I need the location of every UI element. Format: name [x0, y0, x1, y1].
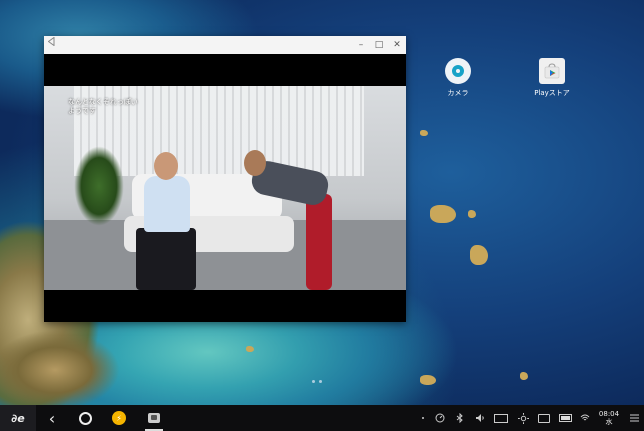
wallpaper-island: [420, 375, 436, 385]
video-person-standing-legs: [306, 194, 332, 290]
clock-day: 水: [605, 418, 613, 426]
caption-line: なんとなくそれっぽい: [68, 98, 138, 106]
notifications-menu-icon[interactable]: [624, 414, 644, 422]
nav-back-button[interactable]: ‹: [44, 405, 60, 431]
caption-line: ようです: [68, 107, 96, 115]
clock[interactable]: 08:04 水: [594, 410, 624, 426]
wifi-icon[interactable]: [576, 414, 594, 422]
video-person-seated-legs: [136, 228, 196, 290]
wallpaper-island: [420, 130, 428, 136]
video-app-icon: [148, 413, 160, 423]
page-dot: [312, 380, 315, 383]
video-plant: [74, 146, 124, 226]
minimize-button[interactable]: –: [352, 36, 370, 54]
video-window[interactable]: – □ ✕ なんとなくそれっぽい ようです: [44, 36, 406, 322]
volume-icon[interactable]: [470, 413, 490, 423]
video-person-seated-head: [154, 152, 178, 180]
desktop-app-camera[interactable]: カメラ: [428, 58, 488, 98]
clock-time: 08:04: [598, 410, 620, 418]
wallpaper-land-south: [0, 330, 120, 405]
wallpaper-island: [470, 245, 488, 265]
video-person-standing-head: [244, 150, 266, 176]
app-label: Playストア: [534, 89, 570, 97]
video-person-seated: [144, 176, 190, 232]
play-store-icon: [539, 58, 565, 84]
wallpaper-island: [430, 205, 456, 223]
close-button[interactable]: ✕: [388, 36, 406, 54]
taskbar-app-pinned[interactable]: ⚡: [110, 405, 128, 431]
network-speed-icon[interactable]: [490, 413, 512, 423]
taskbar: ∂e ‹ ⚡ 08:04 水: [0, 405, 644, 431]
video-frame[interactable]: なんとなくそれっぽい ようです: [44, 86, 406, 290]
page-dot: [319, 380, 322, 383]
desktop-wallpaper: カメラ Playストア – □ ✕ なんとなくそれっぽい ようです: [0, 0, 644, 405]
window-titlebar[interactable]: – □ ✕: [44, 36, 406, 54]
wallpaper-island: [246, 346, 254, 352]
tray-dot-icon[interactable]: [416, 417, 430, 419]
bluetooth-icon[interactable]: [450, 413, 470, 423]
taskbar-app-video[interactable]: [144, 405, 164, 431]
nav-home-button[interactable]: [76, 405, 94, 431]
system-tray: 08:04 水: [416, 405, 644, 431]
wallpaper-island: [520, 372, 528, 380]
page-indicator: [312, 380, 322, 383]
app-label: カメラ: [447, 89, 469, 97]
wallpaper-island: [468, 210, 476, 218]
home-icon: [78, 411, 92, 425]
desktop-app-play-store[interactable]: Playストア: [522, 58, 582, 98]
battery-icon[interactable]: [554, 414, 576, 422]
video-caption: なんとなくそれっぽい ようです: [68, 98, 138, 116]
bolt-icon: ⚡: [112, 411, 126, 425]
triangle-back-icon[interactable]: [47, 36, 55, 47]
maximize-button[interactable]: □: [370, 36, 388, 54]
screen-cast-icon[interactable]: [534, 413, 554, 423]
brightness-icon[interactable]: [512, 412, 534, 424]
start-menu-button[interactable]: ∂e: [0, 405, 36, 431]
speedometer-icon[interactable]: [430, 413, 450, 423]
battery-level: [560, 416, 570, 420]
camera-icon: [445, 58, 471, 84]
